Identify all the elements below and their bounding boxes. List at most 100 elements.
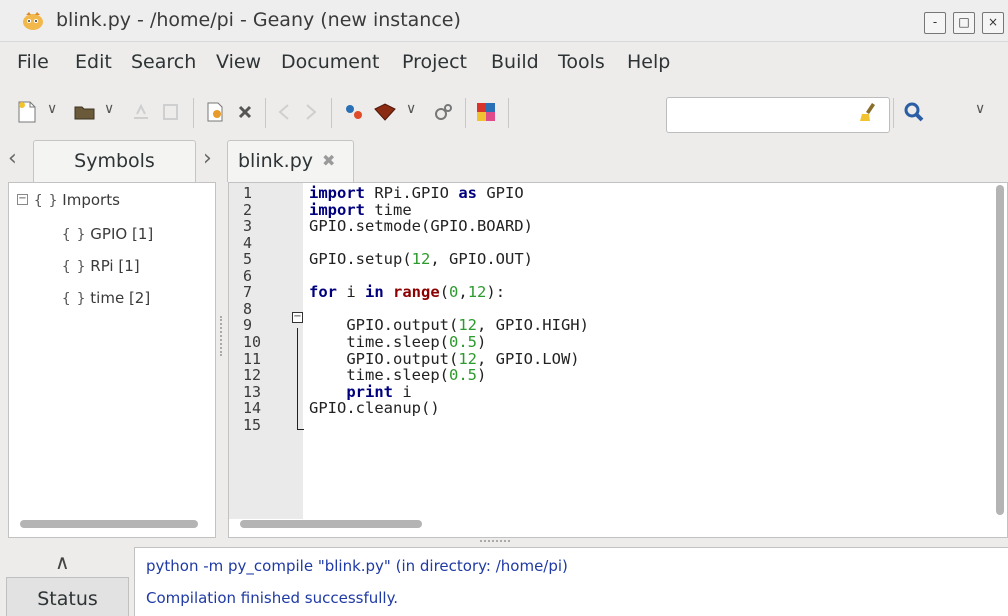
chevron-down-icon[interactable]: ∨ [406,101,416,117]
tree-item-time[interactable]: { } time [2] [62,289,150,307]
sidebar-scrollbar[interactable] [20,520,198,528]
color-chooser-icon[interactable] [474,100,498,124]
menu-edit[interactable]: Edit [75,51,112,73]
line-number: 8 [243,299,253,318]
code-token: 12 [458,316,477,335]
editor-horizontal-scrollbar[interactable] [240,520,422,528]
tab-status[interactable]: Status [6,577,129,616]
geany-app-icon [23,12,43,30]
fold-marker-line [297,328,298,430]
revert-icon[interactable] [204,100,226,124]
chevron-down-icon[interactable]: ∨ [104,101,114,117]
menu-document[interactable]: Document [281,51,379,73]
menu-tools[interactable]: Tools [558,51,605,73]
code-token: 12 [458,349,477,368]
menu-build[interactable]: Build [491,51,539,73]
minimize-button[interactable]: - [924,12,946,34]
save-icon[interactable] [130,100,152,124]
menu-view[interactable]: View [216,51,261,73]
tree-item-label: Imports [62,191,120,209]
tree-item-imports[interactable]: { } Imports [34,191,120,209]
code-token: import [309,184,365,202]
namespace-icon: { } [34,193,57,209]
tree-expander-icon[interactable]: − [17,194,28,205]
save-all-icon[interactable] [160,100,182,124]
pane-resize-handle[interactable] [480,540,510,542]
code-line[interactable]: time.sleep(0.5) [309,333,486,351]
line-number: 3 [243,217,253,236]
code-token: 0 [449,283,459,302]
toolbar-separator [265,98,266,128]
search-input[interactable] [666,97,890,133]
code-token: range [393,283,440,302]
tab-scroll-right-icon[interactable]: › [203,146,212,171]
line-number: 11 [243,349,262,368]
forward-icon[interactable] [299,100,321,124]
code-line[interactable]: print i [309,382,411,401]
line-number: 5 [243,250,253,269]
maximize-button[interactable]: □ [953,12,975,34]
chevron-down-icon[interactable]: ∨ [47,101,57,117]
close-file-icon[interactable] [234,100,256,124]
code-line[interactable]: GPIO.setup(12, GPIO.OUT) [309,250,533,268]
code-line[interactable]: GPIO.output(12, GPIO.HIGH) [309,316,589,334]
toolbar-separator [465,98,466,128]
back-icon[interactable] [274,100,296,124]
code-token: GPIO [477,184,524,202]
tab-scroll-left-icon[interactable]: ‹ [8,146,17,171]
tree-item-rpi[interactable]: { } RPi [1] [62,257,140,275]
code-line[interactable]: import time [309,201,412,219]
menu-file[interactable]: File [17,51,49,73]
code-token: GPIO.cleanup() [309,399,440,418]
compile-icon[interactable] [342,100,366,124]
menu-help[interactable]: Help [627,51,670,73]
code-line[interactable]: GPIO.output(12, GPIO.LOW) [309,349,579,368]
line-number: 6 [243,266,253,285]
code-line[interactable]: import RPi.GPIO as GPIO [309,184,524,202]
search-icon[interactable] [902,100,926,124]
code-token: print [346,382,393,401]
code-line[interactable]: for i in range(0,12): [309,283,505,301]
code-token: RPi.GPIO [365,184,459,202]
close-tab-icon[interactable]: ✖ [322,151,335,170]
code-token: 12 [411,250,431,269]
toolbar-separator [508,98,509,128]
code-line[interactable]: GPIO.cleanup() [309,399,440,417]
title-bar: blink.py - /home/pi - Geany (new instanc… [0,0,1008,42]
code-token: GPIO.output( [309,349,459,368]
code-token: for [309,283,337,302]
code-line[interactable]: GPIO.setmode(GPIO.BOARD) [309,217,533,235]
menu-project[interactable]: Project [402,51,467,73]
tree-item-label: time [2] [90,289,151,307]
tree-item-label: RPi [1] [90,257,140,275]
open-file-icon[interactable] [73,100,97,124]
code-token: GPIO.setup( [309,250,412,269]
execute-icon[interactable] [432,100,456,124]
new-file-icon[interactable] [16,100,38,124]
editor-vertical-scrollbar[interactable] [996,185,1004,515]
tab-symbols-label: Symbols [74,150,155,172]
code-token: , GPIO.HIGH) [476,316,589,335]
close-button[interactable]: × [982,12,1004,34]
code-token: 12 [467,283,487,302]
toolbar-separator [193,98,194,128]
chevron-up-icon[interactable]: ∧ [55,550,70,574]
chevron-down-icon[interactable]: ∨ [975,101,985,117]
code-token: GPIO.setmode(GPIO.BOARD) [309,217,533,236]
code-line[interactable]: time.sleep(0.5) [309,366,486,384]
build-icon[interactable] [372,100,398,124]
tab-blink-py[interactable]: blink.py ✖ [227,140,354,182]
code-token: ( [439,283,450,302]
pane-resize-handle[interactable] [220,316,222,356]
clear-icon[interactable] [858,100,878,124]
menu-search[interactable]: Search [131,51,196,73]
line-number: 14 [243,399,262,418]
fold-toggle-icon[interactable]: − [292,312,303,323]
line-number: 12 [243,366,262,385]
code-token: ) [476,366,487,385]
namespace-icon: { } [62,259,85,275]
tab-symbols[interactable]: Symbols [33,140,196,182]
window-title: blink.py - /home/pi - Geany (new instanc… [56,9,461,31]
tree-item-gpio[interactable]: { } GPIO [1] [62,225,153,243]
